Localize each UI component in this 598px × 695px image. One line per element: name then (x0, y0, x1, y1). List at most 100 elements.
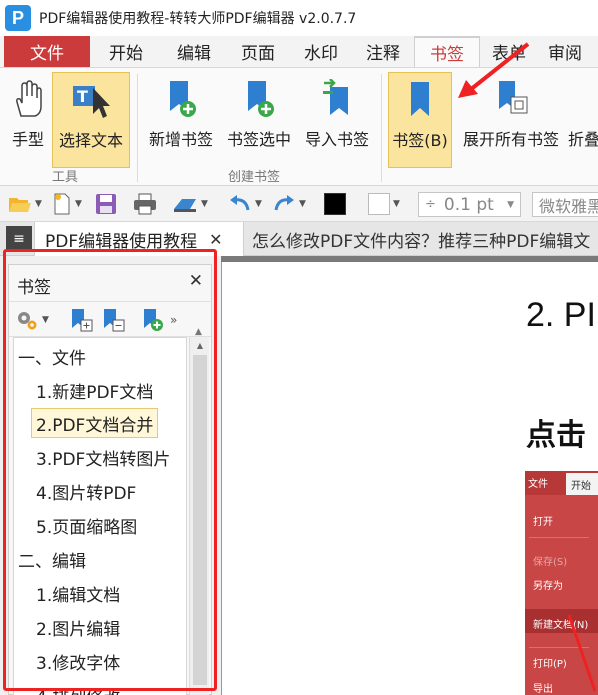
tab-edit[interactable]: 编辑 (162, 36, 226, 67)
expand-bookmarks-button[interactable] (69, 308, 93, 332)
add-bookmark-button[interactable] (141, 308, 165, 332)
select-text-button[interactable]: T 选择文本 (52, 72, 130, 168)
chevron-down-icon[interactable]: ▼ (507, 200, 514, 210)
undo-icon (230, 195, 250, 211)
embedded-tab-start: 开始 (566, 473, 598, 495)
font-family-select[interactable]: 微软雅黑 (532, 192, 598, 217)
collapse-bookmarks-panel-button[interactable] (101, 308, 125, 332)
tree-item[interactable]: 一、文件 (18, 341, 86, 371)
chevron-down-icon[interactable]: ▼ (393, 199, 400, 209)
document-tab-label: PDF编辑器使用教程 (45, 231, 198, 252)
import-bookmark-button[interactable]: 导入书签 (300, 72, 374, 168)
bookmark-scrollbar[interactable]: ▲ (189, 337, 209, 695)
collapse-icon (568, 78, 598, 120)
new-document-icon (54, 193, 70, 215)
tree-item[interactable]: 5.页面缩略图 (36, 510, 137, 540)
import-bookmark-label: 导入书签 (304, 130, 369, 149)
bookmark-selected-icon (242, 78, 276, 120)
chevron-down-icon[interactable]: ▼ (201, 199, 208, 209)
tab-page[interactable]: 页面 (226, 36, 290, 67)
annotation-arrow-icon (458, 42, 530, 98)
tree-item[interactable]: 二、编辑 (18, 544, 86, 574)
document-tab-bar: ≡ PDF编辑器使用教程 ✕ 怎么修改PDF文件内容？推荐三种PDF编辑文 (0, 222, 598, 256)
tab-comment[interactable]: 注释 (352, 36, 414, 67)
close-icon[interactable]: ✕ (189, 271, 203, 291)
collapse-bookmarks-button[interactable]: 折叠 (568, 72, 598, 168)
tree-item[interactable]: 2.图片编辑 (36, 612, 120, 642)
tree-item[interactable]: 3.修改字体 (36, 646, 120, 676)
document-subheading: 点击 (526, 418, 586, 453)
tree-item[interactable]: 1.新建PDF文档 (36, 375, 153, 405)
undo-button[interactable]: ▼ (228, 192, 262, 216)
scrollbar-thumb[interactable] (193, 355, 207, 685)
embedded-screenshot: 文件 开始 打开 保存(S) 另存为 新建文档(N) 打印(P) 导出 (525, 471, 598, 695)
bookmark-selected-label: 书签选中 (226, 130, 291, 149)
tree-item[interactable]: 4.图片转PDF (36, 476, 136, 506)
line-width-value: 0.1 pt (443, 194, 494, 215)
eraser-button[interactable]: ▼ (172, 192, 208, 216)
document-tab-active[interactable]: PDF编辑器使用教程 ✕ (34, 222, 244, 256)
scroll-up-icon[interactable]: ▲ (190, 337, 210, 353)
chevron-down-icon[interactable]: ▼ (42, 315, 49, 325)
redo-button[interactable]: ▼ (272, 192, 306, 216)
stepper-icon[interactable]: ÷ (425, 197, 436, 212)
tree-item[interactable]: 3.PDF文档转图片 (36, 442, 170, 472)
bookmark-panel: 书签 ✕ ▼ » ▲ 一、文件 1.新建PDF文档 2.PDF文档合并 3.PD… (0, 256, 221, 695)
window-title: PDF编辑器使用教程-转转大师PDF编辑器 v2.0.7.7 (39, 11, 357, 27)
gear-icon (18, 312, 37, 330)
bookmark-expand-icon (72, 309, 93, 332)
new-bookmark-label: 新增书签 (148, 130, 213, 149)
print-button[interactable] (133, 192, 157, 216)
fill-color-picker[interactable] (324, 192, 346, 216)
line-width-input[interactable]: ÷ 0.1 pt ▼ (418, 192, 521, 217)
bookmark-import-icon (320, 78, 354, 120)
tree-item[interactable]: 1.编辑文档 (36, 578, 120, 608)
bookmark-collapse-icon (104, 309, 125, 332)
chevron-down-icon[interactable]: ▼ (299, 199, 306, 209)
close-icon[interactable]: ✕ (209, 230, 222, 249)
bookmark-options-button[interactable]: ▼ (15, 308, 49, 332)
bookmark-panel-button[interactable]: 书签(B) (388, 72, 452, 168)
tree-item-selected[interactable]: 2.PDF文档合并 (31, 408, 159, 438)
chevron-down-icon[interactable]: ▼ (75, 199, 82, 209)
embedded-menu-item: 导出 (533, 684, 553, 695)
document-tab-inactive[interactable]: 怎么修改PDF文件内容？推荐三种PDF编辑文 (246, 222, 590, 256)
no-color-swatch-icon (368, 193, 390, 215)
quick-access-toolbar: ▼ ▼ ▼ ▼ ▼ ▼ ÷ 0.1 pt ▼ 微软雅黑 (0, 186, 598, 222)
collapse-bookmarks-label: 折叠 (568, 130, 598, 149)
eraser-icon (174, 199, 196, 212)
bookmark-selected-button[interactable]: 书签选中 (222, 72, 296, 168)
document-heading: 2. PI (526, 296, 596, 334)
new-document-button[interactable]: ▼ (52, 192, 82, 216)
embedded-menu-item: 另存为 (533, 581, 563, 592)
tree-item[interactable]: 4.排列修改 (36, 680, 120, 695)
color-swatch (324, 193, 346, 215)
app-logo-icon: P (5, 5, 31, 31)
chevron-down-icon[interactable]: ▼ (35, 199, 42, 209)
tab-file[interactable]: 文件 (4, 36, 90, 67)
bookmark-toolbar: ▼ » ▲ (9, 301, 211, 337)
more-options-icon[interactable]: » (170, 308, 177, 332)
tab-watermark[interactable]: 水印 (290, 36, 352, 67)
panel-toggle-icon[interactable]: ≡ (6, 226, 32, 252)
redo-icon (274, 195, 294, 211)
embedded-menu-item: 打印(P) (533, 659, 567, 670)
embedded-menu-item: 打开 (533, 517, 553, 528)
bookmark-icon (405, 79, 435, 121)
new-bookmark-button[interactable]: 新增书签 (144, 72, 218, 168)
ribbon-separator (381, 74, 382, 182)
bookmark-add-icon (164, 78, 198, 120)
tab-review[interactable]: 审阅 (538, 36, 592, 67)
printer-icon (134, 193, 156, 215)
bookmark-panel-label: 书签(B) (392, 131, 448, 150)
stroke-color-picker[interactable]: ▼ (368, 192, 400, 216)
chevron-down-icon[interactable]: ▼ (255, 199, 262, 209)
open-folder-button[interactable]: ▼ (8, 192, 42, 216)
select-text-label: 选择文本 (58, 131, 123, 150)
tab-start[interactable]: 开始 (90, 36, 162, 67)
save-button[interactable] (95, 192, 117, 216)
expand-all-bookmarks-label: 展开所有书签 (462, 130, 559, 149)
svg-text:T: T (77, 87, 88, 106)
bookmark-panel-frame: 书签 ✕ ▼ » ▲ 一、文件 1.新建PDF文档 2.PDF文档合并 3.PD… (8, 264, 212, 695)
hand-tool-button[interactable]: 手型 (6, 72, 50, 168)
